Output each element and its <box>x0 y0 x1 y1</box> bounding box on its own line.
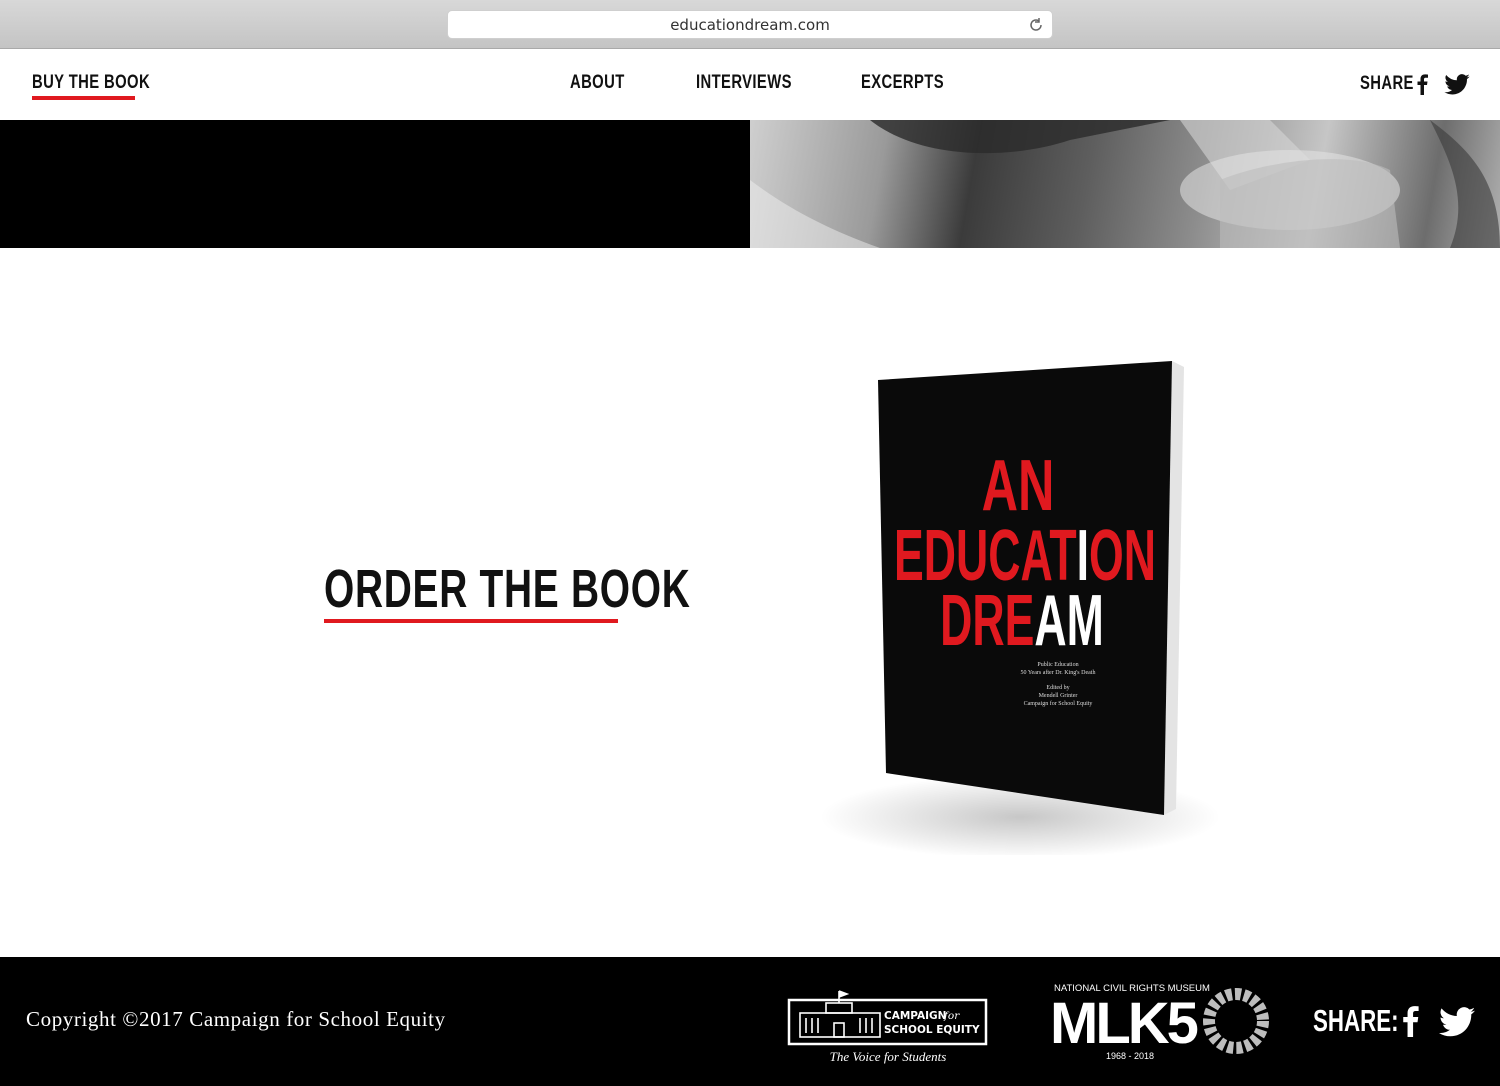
book-edited-2: Mendell Grinter <box>1039 693 1078 699</box>
facebook-icon[interactable] <box>1414 73 1430 95</box>
book-title-line3-b: AM <box>1034 580 1103 661</box>
active-nav-underline <box>32 96 135 100</box>
browser-toolbar: educationdream.com <box>0 0 1500 49</box>
svg-text:DREAM: DREAM <box>940 580 1104 661</box>
address-bar[interactable]: educationdream.com <box>447 10 1053 39</box>
site-footer: Copyright ©2017 Campaign for School Equi… <box>0 957 1500 1086</box>
twitter-icon[interactable] <box>1444 74 1470 95</box>
book-edited-3: Campaign for School Equity <box>1024 700 1093 707</box>
nav-share-label: SHARE <box>1360 73 1414 94</box>
site-header: BUY THE BOOK ABOUT INTERVIEWS EXCERPTS S… <box>0 49 1500 120</box>
footer-share-label: SHARE: <box>1313 1003 1399 1038</box>
book-subtitle-2: 50 Years after Dr. King's Death <box>1021 669 1096 676</box>
book-edited-1: Edited by <box>1046 685 1069 691</box>
cse-line1-a: CAMPAIGN <box>884 1010 946 1022</box>
copyright-text: Copyright ©2017 Campaign for School Equi… <box>26 1007 446 1031</box>
nav-interviews[interactable]: INTERVIEWS <box>696 72 792 94</box>
cse-line1-b: for <box>943 1010 960 1022</box>
mlk-big-text: MLK5 <box>1050 991 1198 1056</box>
twitter-icon[interactable] <box>1438 1007 1476 1037</box>
book-cover-image[interactable]: AN EDUCATION DREAM Public Education 50 Y… <box>820 355 1220 859</box>
nav-buy-the-book[interactable]: BUY THE BOOK <box>32 72 150 94</box>
hero-photo <box>750 120 1500 248</box>
reload-icon[interactable] <box>1026 15 1046 35</box>
book-subtitle-1: Public Education <box>1037 662 1078 668</box>
campaign-for-school-equity-logo[interactable]: CAMPAIGN for SCHOOL EQUITY The Voice for… <box>786 985 990 1069</box>
hero-black-panel <box>0 120 750 248</box>
school-building-icon <box>799 990 881 1038</box>
mlk-years: 1968 - 2018 <box>1106 1051 1154 1061</box>
cse-tagline: The Voice for Students <box>830 1049 947 1064</box>
address-bar-url: educationdream.com <box>670 16 830 34</box>
nav-excerpts[interactable]: EXCERPTS <box>861 72 944 94</box>
order-the-book-link[interactable]: ORDER THE BOOK <box>324 558 691 620</box>
cse-line2: SCHOOL EQUITY <box>884 1024 980 1036</box>
facebook-icon[interactable] <box>1400 1005 1420 1037</box>
book-title-line3-a: DRE <box>940 580 1034 661</box>
book-3d: AN EDUCATION DREAM Public Education 50 Y… <box>820 361 1220 859</box>
hero-photo-shapes <box>750 120 1500 248</box>
wreath-icon <box>1203 988 1269 1054</box>
nav-about[interactable]: ABOUT <box>570 72 625 94</box>
mlk50-logo[interactable]: NATIONAL CIVIL RIGHTS MUSEUM MLK5 1968 -… <box>1050 981 1276 1065</box>
order-link-underline <box>324 619 618 623</box>
